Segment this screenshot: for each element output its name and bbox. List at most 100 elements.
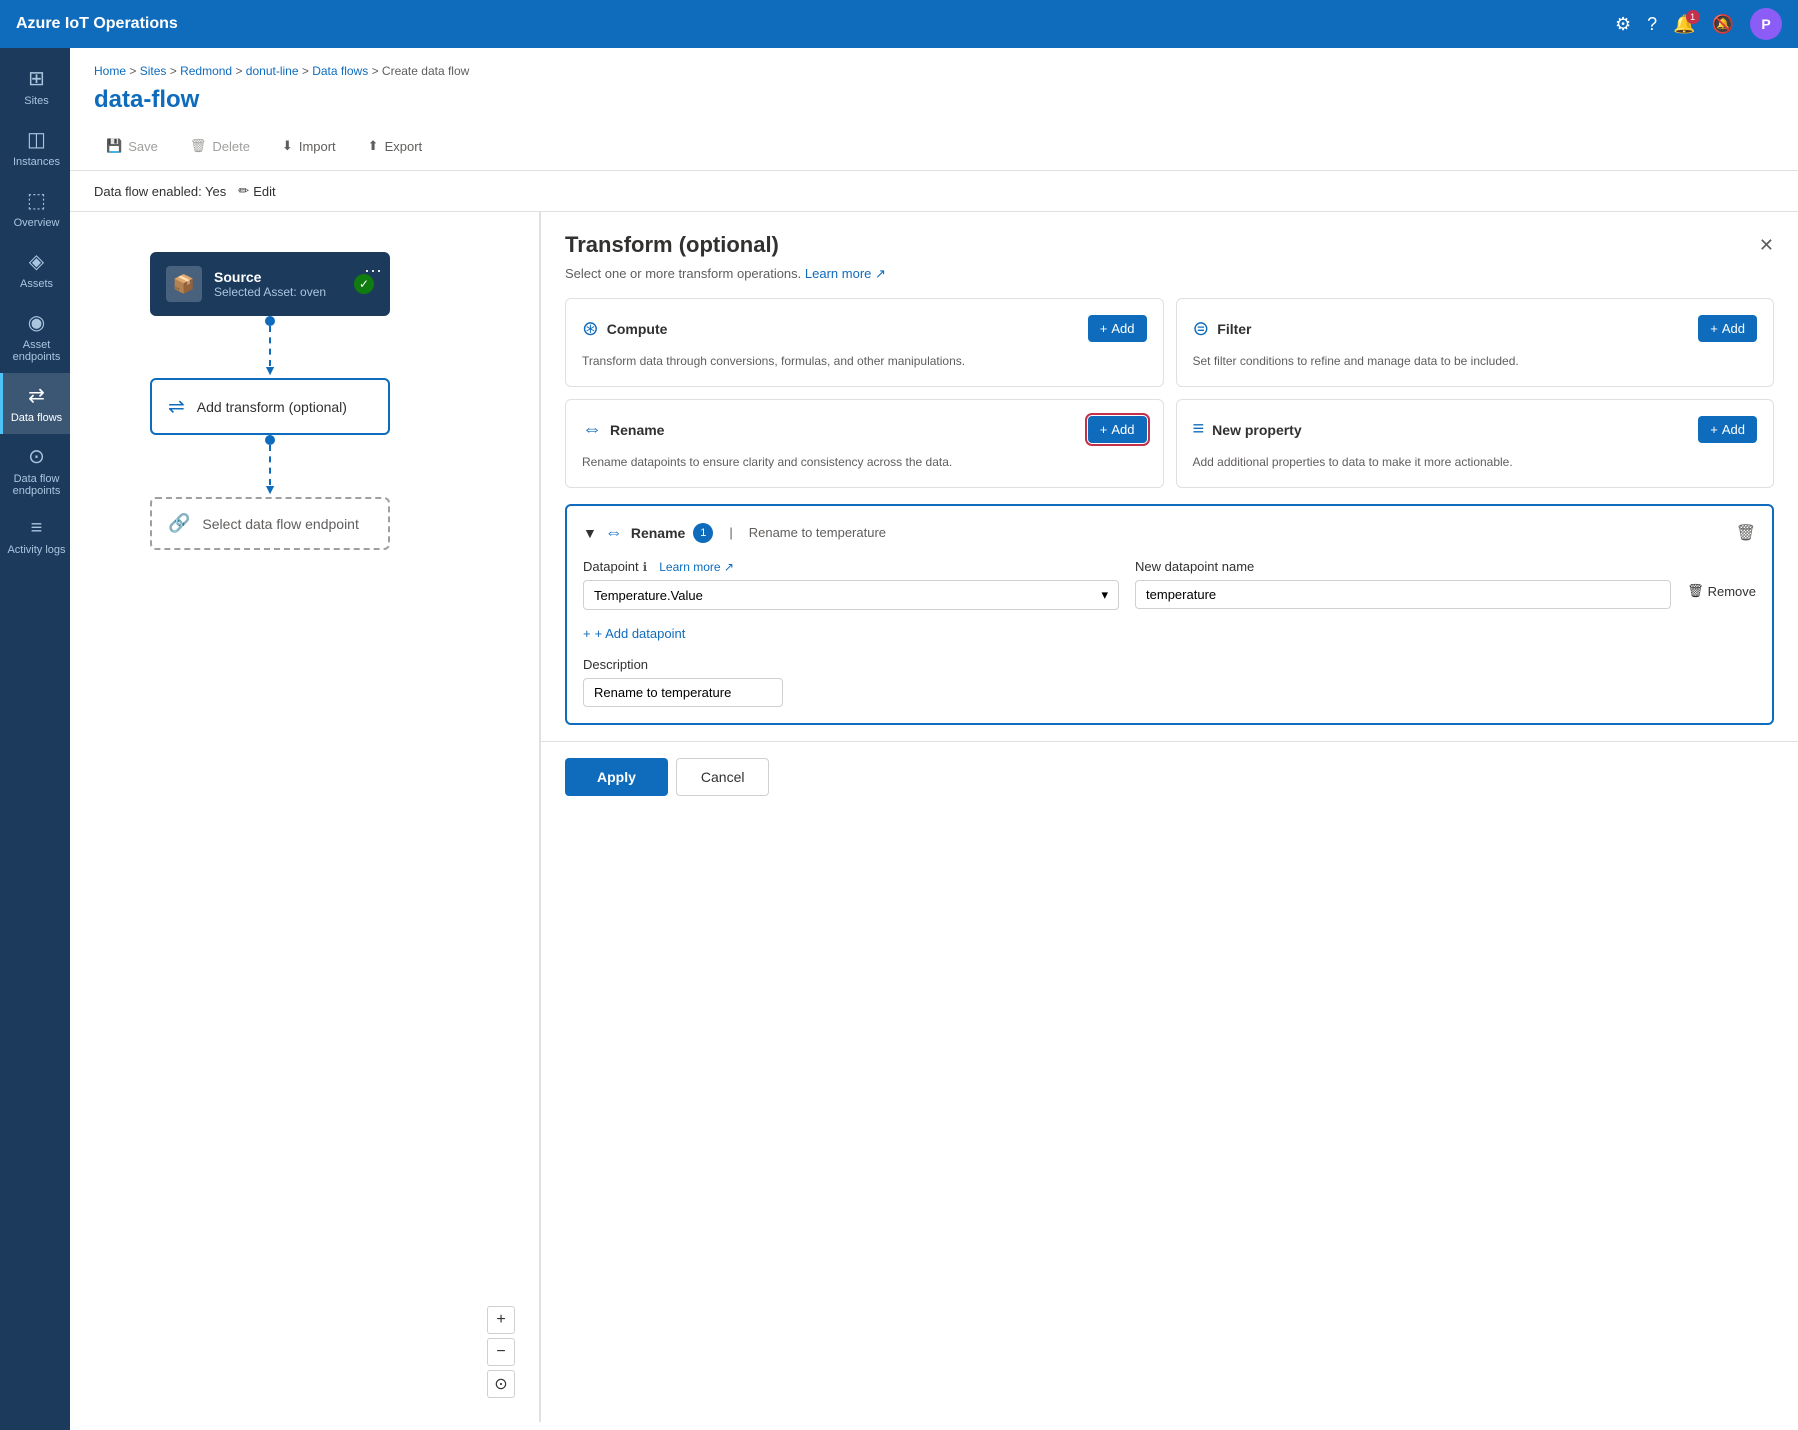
rename-section: ▼ ⇔ Rename 1 | Rename to temperature 🗑 D… (565, 504, 1774, 725)
filter-card: ⊜ Filter + Add Set filter conditions to … (1176, 298, 1775, 387)
sidebar-item-label: Sites (24, 95, 48, 107)
description-input[interactable] (583, 678, 783, 707)
compute-add-button[interactable]: + Add (1088, 315, 1147, 342)
zoom-in-button[interactable]: + (487, 1306, 515, 1334)
sidebar-item-label: Asset endpoints (7, 339, 66, 363)
breadcrumb: Home > Sites > Redmond > donut-line > Da… (94, 64, 1774, 78)
enabled-bar: Data flow enabled: Yes ✏ Edit (70, 171, 1798, 212)
rename-section-desc: Rename to temperature (749, 525, 1728, 540)
panel-title: Transform (optional) (565, 232, 779, 258)
zoom-out-button[interactable]: − (487, 1338, 515, 1366)
user-avatar[interactable]: P (1750, 8, 1782, 40)
dashed-line-1 (269, 326, 271, 366)
cancel-button[interactable]: Cancel (676, 758, 770, 796)
source-node-text: Source Selected Asset: oven (214, 269, 342, 299)
description-section: Description (583, 657, 1756, 707)
breadcrumb-current: Create data flow (382, 64, 469, 78)
sidebar-item-label: Overview (14, 217, 60, 229)
rename-card-desc: Rename datapoints to ensure clarity and … (582, 453, 1147, 471)
sidebar-item-sites[interactable]: ⊞ Sites (0, 56, 70, 117)
sidebar-item-instances[interactable]: ◫ Instances (0, 117, 70, 178)
new-datapoint-name-input[interactable] (1135, 580, 1671, 609)
rename-section-icon: ⇔ (605, 522, 623, 543)
sidebar-item-overview[interactable]: ⬚ Overview (0, 178, 70, 239)
breadcrumb-donut-line[interactable]: donut-line (246, 64, 299, 78)
fit-button[interactable]: ⊙ (487, 1370, 515, 1398)
import-icon: ⬇ (282, 138, 293, 154)
filter-card-title-row: ⊜ Filter (1193, 316, 1252, 341)
toolbar: 💾 Save 🗑 Delete ⬇ Import ⬆ Export (70, 122, 1798, 171)
panel-footer: Apply Cancel (541, 741, 1798, 812)
dashed-line-2 (269, 445, 271, 485)
export-button[interactable]: ⬆ Export (356, 132, 434, 160)
endpoint-node[interactable]: 🔗 Select data flow endpoint (150, 497, 390, 550)
sidebar-item-label: Data flow endpoints (7, 473, 66, 497)
remove-button[interactable]: 🗑 Remove (1687, 559, 1756, 599)
rename-add-button[interactable]: + Add (1088, 416, 1147, 443)
datapoint-field: Datapoint ℹ Learn more ↗ Temperature.Val… (583, 559, 1119, 610)
breadcrumb-redmond[interactable]: Redmond (180, 64, 232, 78)
rename-card: ⇔ Rename + Add Rename datapoints to ensu… (565, 399, 1164, 488)
add-datapoint-button[interactable]: + + Add datapoint (583, 622, 685, 653)
edit-icon: ✏ (238, 183, 249, 199)
sidebar-item-activity-logs[interactable]: ≡ Activity logs (0, 507, 70, 566)
sidebar-item-data-flow-endpoints[interactable]: ⊙ Data flow endpoints (0, 434, 70, 507)
canvas-controls: + − ⊙ (487, 1306, 515, 1398)
arrow-down-2: ▼ (263, 481, 277, 497)
chevron-down-icon[interactable]: ▼ (583, 525, 597, 541)
edit-button[interactable]: ✏ Edit (238, 183, 275, 199)
filter-card-header: ⊜ Filter + Add (1193, 315, 1758, 342)
transform-cards-grid: ⊛ Compute + Add Transform data through c… (541, 298, 1798, 504)
notifications-icon[interactable]: 🔔 1 (1673, 14, 1695, 35)
connector-dot-2 (265, 435, 275, 445)
connector-dot-1 (265, 316, 275, 326)
transform-node[interactable]: ⇌ Add transform (optional) (150, 378, 390, 435)
rename-delete-icon[interactable]: 🗑 (1736, 523, 1756, 543)
top-nav: Azure IoT Operations ⚙ ? 🔔 1 🔕 P (0, 0, 1798, 48)
import-button[interactable]: ⬇ Import (270, 132, 348, 160)
datapoint-select[interactable]: Temperature.Value ▾ (583, 580, 1119, 610)
panel-close-button[interactable]: ✕ (1759, 235, 1774, 256)
asset-endpoints-icon: ◉ (28, 310, 45, 335)
save-button[interactable]: 💾 Save (94, 132, 170, 160)
panel-header: Transform (optional) ✕ (541, 212, 1798, 266)
breadcrumb-sites[interactable]: Sites (140, 64, 167, 78)
new-property-card-header: ≡ New property + Add (1193, 416, 1758, 443)
transform-node-text: Add transform (optional) (197, 399, 347, 415)
breadcrumb-data-flows[interactable]: Data flows (312, 64, 368, 78)
delete-icon: 🗑 (190, 138, 207, 154)
rename-card-title-row: ⇔ Rename (582, 418, 664, 441)
data-flows-icon: ⇄ (28, 383, 45, 408)
settings-icon[interactable]: ⚙ (1615, 14, 1631, 35)
filter-card-desc: Set filter conditions to refine and mana… (1193, 352, 1758, 370)
help-icon[interactable]: ? (1647, 14, 1657, 35)
export-icon: ⬆ (368, 138, 379, 154)
new-property-add-button[interactable]: + Add (1698, 416, 1757, 443)
rename-card-header: ⇔ Rename + Add (582, 416, 1147, 443)
activity-logs-icon: ≡ (31, 517, 43, 540)
sidebar-item-asset-endpoints[interactable]: ◉ Asset endpoints (0, 300, 70, 373)
new-property-card-title: New property (1212, 422, 1301, 438)
source-node-more[interactable]: ··· (364, 260, 382, 281)
bell-icon[interactable]: 🔕 (1712, 14, 1734, 35)
enabled-text: Data flow enabled: Yes (94, 184, 226, 199)
rename-badge: 1 (693, 523, 713, 543)
learn-more-link-top[interactable]: Learn more ↗ (805, 266, 886, 281)
new-property-card-title-row: ≡ New property (1193, 418, 1302, 441)
delete-button[interactable]: 🗑 Delete (178, 132, 262, 160)
flow-container: 📦 Source Selected Asset: oven ✓ ··· ▼ (150, 252, 390, 550)
notification-badge: 1 (1686, 10, 1700, 24)
sidebar-item-label: Instances (13, 156, 60, 168)
sidebar-item-label: Assets (20, 278, 53, 290)
new-property-add-icon: + (1710, 422, 1718, 437)
source-node[interactable]: 📦 Source Selected Asset: oven ✓ ··· (150, 252, 390, 316)
sidebar-item-assets[interactable]: ◈ Assets (0, 239, 70, 300)
sidebar-item-data-flows[interactable]: ⇄ Data flows (0, 373, 70, 434)
transform-node-icon: ⇌ (168, 394, 185, 419)
endpoint-node-icon: 🔗 (168, 513, 190, 534)
rename-card-icon: ⇔ (582, 418, 602, 441)
datapoint-learn-more-link[interactable]: Learn more ↗ (659, 560, 734, 574)
filter-add-button[interactable]: + Add (1698, 315, 1757, 342)
breadcrumb-home[interactable]: Home (94, 64, 126, 78)
apply-button[interactable]: Apply (565, 758, 668, 796)
